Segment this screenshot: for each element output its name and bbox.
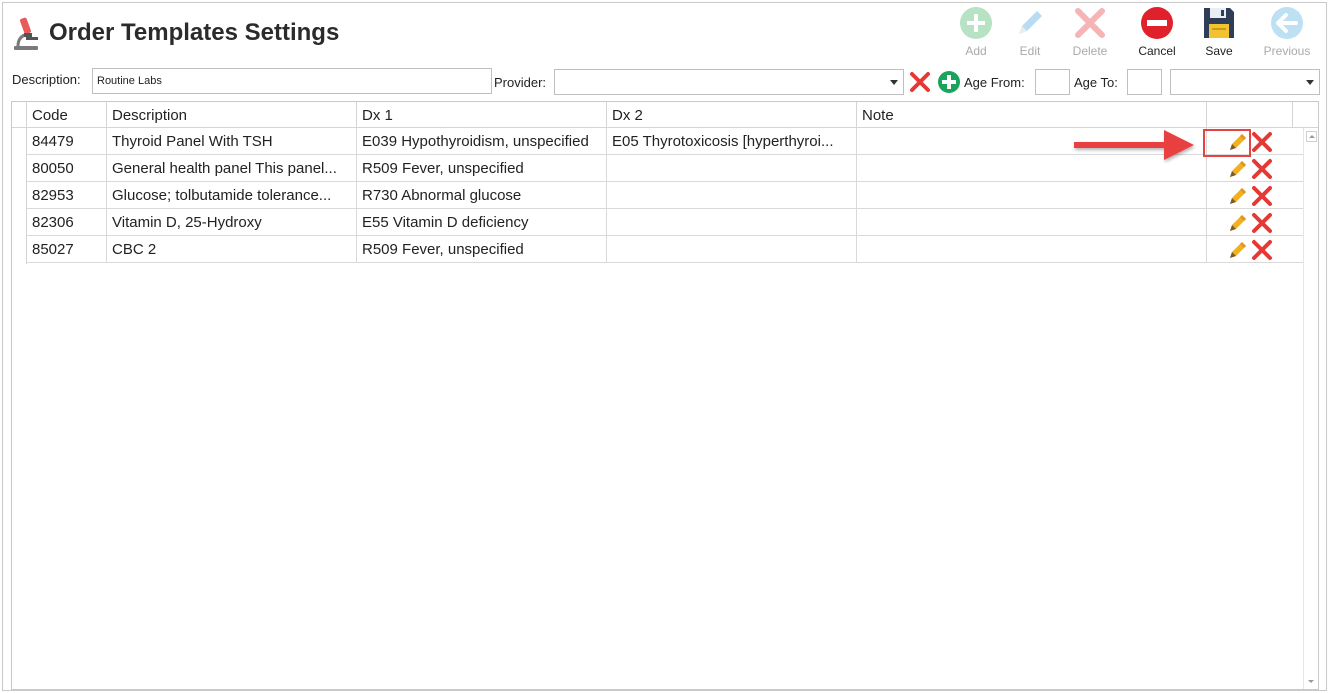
annotation-arrow-icon — [1068, 124, 1200, 169]
cell-code: 85027 — [27, 236, 107, 263]
microscope-icon — [12, 16, 42, 52]
clear-provider-button[interactable] — [908, 70, 932, 94]
cell-dx2 — [607, 236, 857, 263]
vertical-scrollbar[interactable] — [1303, 129, 1318, 689]
row-edit-pencil-icon[interactable] — [1227, 158, 1249, 180]
previous-button[interactable]: Previous — [1257, 6, 1317, 62]
chevron-down-icon — [890, 80, 898, 85]
cell-description: Glucose; tolbutamide tolerance... — [107, 182, 357, 209]
cancel-button[interactable]: Cancel — [1127, 6, 1187, 62]
page-title: Order Templates Settings — [49, 19, 340, 46]
column-header-description[interactable]: Description — [107, 102, 357, 128]
row-edit-pencil-icon[interactable] — [1227, 185, 1249, 207]
row-delete-close-icon[interactable] — [1250, 239, 1274, 261]
cell-dx2 — [607, 182, 857, 209]
save-label: Save — [1205, 44, 1233, 58]
previous-label: Previous — [1263, 44, 1311, 58]
cell-dx2 — [607, 155, 857, 182]
delete-label: Delete — [1072, 44, 1108, 58]
cell-note — [857, 209, 1207, 236]
row-edit-pencil-icon[interactable] — [1227, 212, 1249, 234]
add-provider-button[interactable] — [937, 70, 961, 94]
order-templates-grid: Code Description Dx 1 Dx 2 Note 84479 Th… — [11, 101, 1319, 690]
age-from-label: Age From: — [964, 75, 1025, 90]
column-header-actions — [1207, 102, 1293, 128]
cell-code: 82306 — [27, 209, 107, 236]
age-unit-dropdown[interactable] — [1170, 69, 1320, 95]
add-button[interactable]: Add — [946, 6, 1006, 62]
provider-dropdown[interactable] — [554, 69, 904, 95]
age-to-input[interactable] — [1127, 69, 1162, 95]
chevron-down-icon — [1306, 80, 1314, 85]
description-label: Description: — [12, 72, 81, 87]
column-header-spacer — [1293, 102, 1318, 128]
floppy-disk-icon — [1204, 8, 1234, 38]
add-icon — [960, 7, 992, 39]
age-from-input[interactable] — [1035, 69, 1070, 95]
cell-note — [857, 182, 1207, 209]
cell-dx1: E039 Hypothyroidism, unspecified — [357, 128, 607, 155]
edit-label: Edit — [1019, 44, 1041, 58]
edit-button[interactable]: Edit — [1000, 6, 1060, 62]
cell-code: 80050 — [27, 155, 107, 182]
cell-dx1: R509 Fever, unspecified — [357, 236, 607, 263]
pencil-icon — [1019, 11, 1042, 34]
scroll-up-arrow-icon[interactable] — [1306, 131, 1317, 142]
row-delete-close-icon[interactable] — [1250, 158, 1274, 180]
description-input[interactable] — [92, 68, 492, 94]
row-delete-close-icon[interactable] — [1250, 212, 1274, 234]
save-button[interactable]: Save — [1189, 6, 1249, 62]
cell-description: Thyroid Panel With TSH — [107, 128, 357, 155]
cell-description: General health panel This panel... — [107, 155, 357, 182]
delete-icon — [1075, 8, 1105, 38]
scroll-down-arrow-icon[interactable] — [1306, 676, 1317, 687]
plus-circle-icon — [938, 71, 960, 93]
cell-code: 84479 — [27, 128, 107, 155]
cell-description: Vitamin D, 25-Hydroxy — [107, 209, 357, 236]
cell-dx1: R509 Fever, unspecified — [357, 155, 607, 182]
cell-dx1: R730 Abnormal glucose — [357, 182, 607, 209]
row-delete-close-icon[interactable] — [1250, 131, 1274, 153]
provider-label: Provider: — [494, 75, 547, 90]
table-row[interactable]: 82953 Glucose; tolbutamide tolerance... … — [12, 182, 1304, 209]
row-delete-close-icon[interactable] — [1250, 185, 1274, 207]
cell-dx1: E55 Vitamin D deficiency — [357, 209, 607, 236]
table-row[interactable]: 82306 Vitamin D, 25-Hydroxy E55 Vitamin … — [12, 209, 1304, 236]
row-selector-header — [12, 102, 27, 128]
cell-code: 82953 — [27, 182, 107, 209]
table-row[interactable]: 85027 CBC 2 R509 Fever, unspecified — [12, 236, 1304, 263]
cell-note — [857, 236, 1207, 263]
cell-description: CBC 2 — [107, 236, 357, 263]
column-header-dx2[interactable]: Dx 2 — [607, 102, 857, 128]
add-label: Add — [965, 44, 987, 58]
delete-button[interactable]: Delete — [1060, 6, 1120, 62]
annotation-highlight-box — [1203, 129, 1251, 157]
cancel-icon — [1141, 7, 1173, 39]
arrow-left-icon — [1271, 7, 1303, 39]
cell-dx2 — [607, 209, 857, 236]
cancel-label: Cancel — [1138, 44, 1176, 58]
row-edit-pencil-icon[interactable] — [1227, 239, 1249, 261]
cell-dx2: E05 Thyrotoxicosis [hyperthyroi... — [607, 128, 857, 155]
close-icon — [910, 72, 930, 92]
column-header-dx1[interactable]: Dx 1 — [357, 102, 607, 128]
age-to-label: Age To: — [1074, 75, 1118, 90]
column-header-code[interactable]: Code — [27, 102, 107, 128]
